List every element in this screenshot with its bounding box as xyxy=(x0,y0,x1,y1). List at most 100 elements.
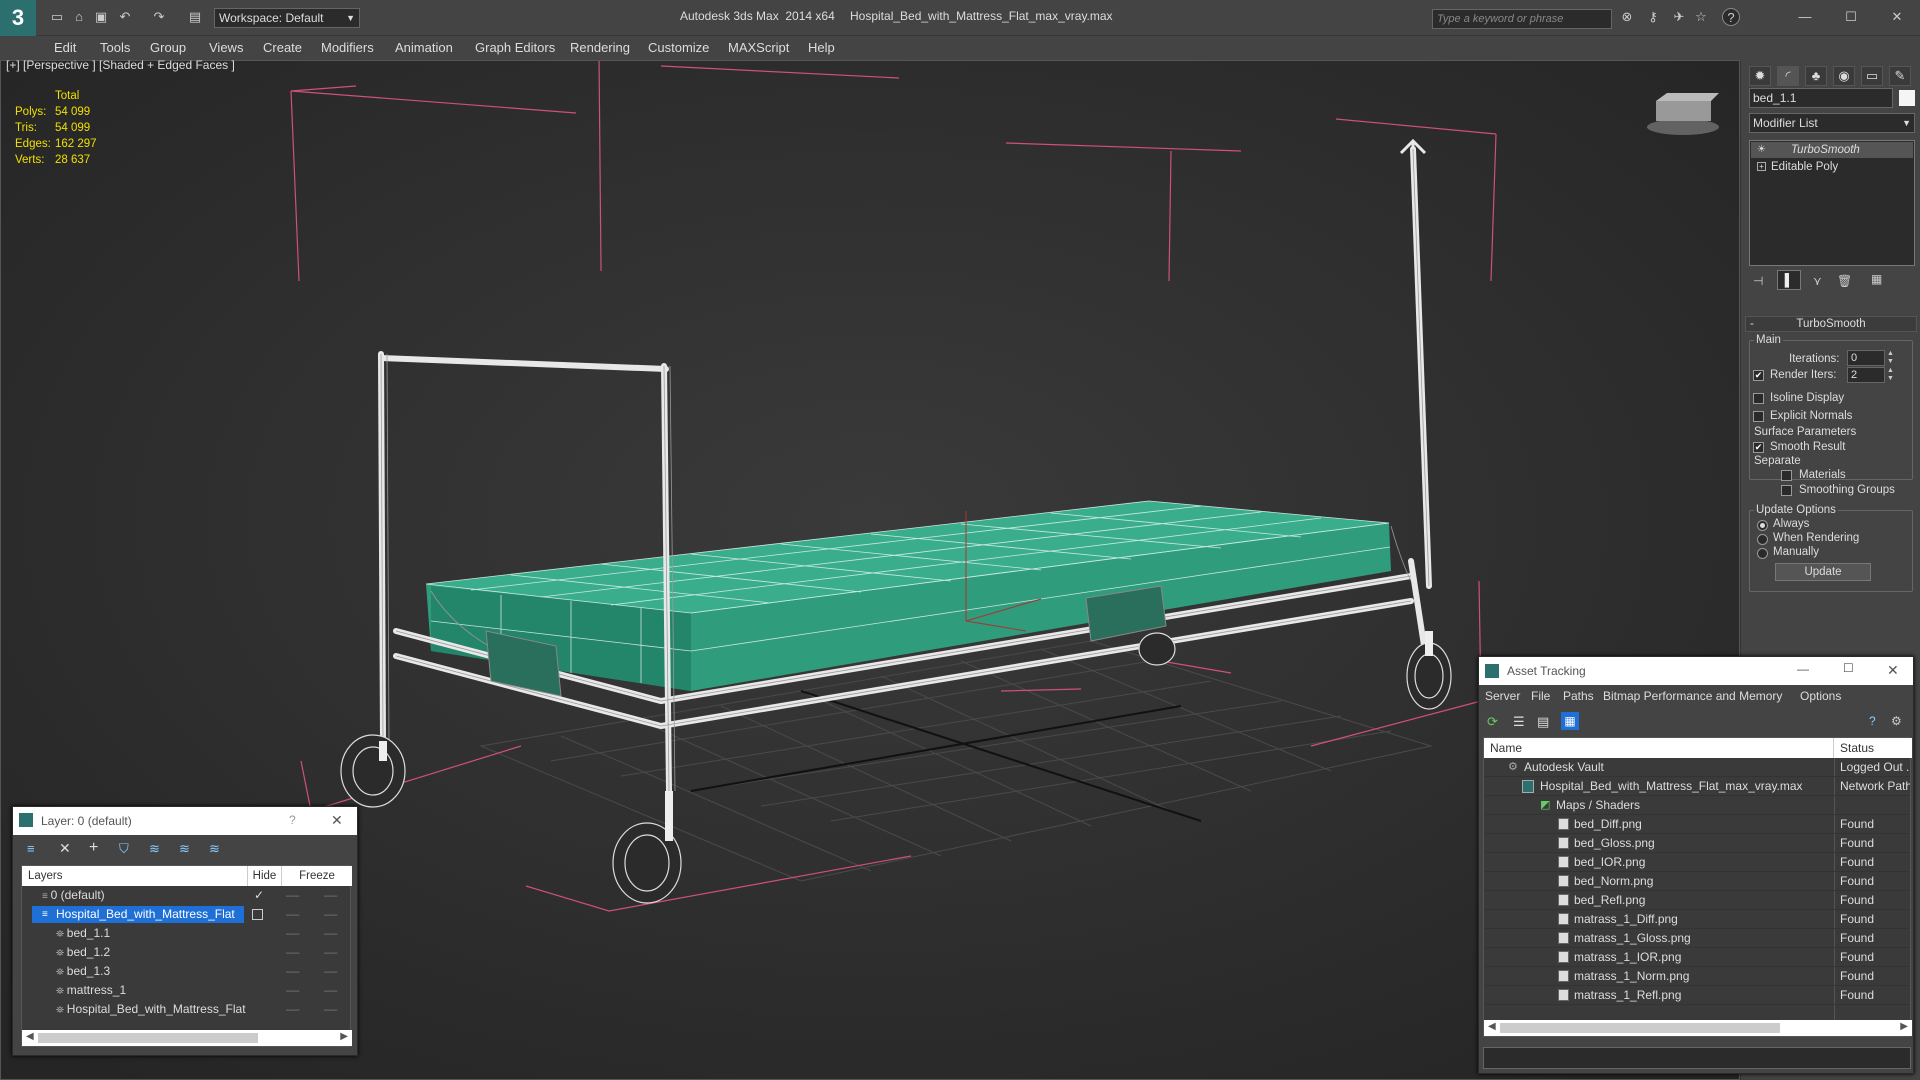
freeze-toggle[interactable]: ‒‒ xyxy=(324,1000,337,1019)
close-icon[interactable]: ✕ xyxy=(1888,8,1906,26)
search-input[interactable]: Type a keyword or phrase xyxy=(1432,9,1612,29)
iterations-spinner[interactable]: 0 xyxy=(1847,350,1885,366)
hide-all-icon[interactable]: ≋ xyxy=(179,841,190,857)
always-radio[interactable] xyxy=(1757,520,1768,531)
menu-customize[interactable]: Customize xyxy=(648,40,709,55)
menu-server[interactable]: Server xyxy=(1485,689,1520,703)
hide-column-header[interactable]: Hide xyxy=(248,866,282,886)
scroll-left-icon[interactable]: ◀ xyxy=(26,1031,34,1042)
horizontal-scrollbar[interactable]: ◀ ▶ xyxy=(1484,1020,1912,1036)
hide-toggle[interactable]: ‒‒ xyxy=(286,905,299,924)
menu-file[interactable]: File xyxy=(1531,689,1550,703)
menu-paths[interactable]: Paths xyxy=(1563,689,1594,703)
spinner-arrows-icon[interactable]: ▲ ▼ xyxy=(1887,367,1894,383)
asset-row[interactable]: matrass_1_Diff.png Found xyxy=(1484,910,1910,929)
manually-radio[interactable] xyxy=(1757,548,1768,559)
asset-window-titlebar[interactable]: Asset Tracking — ☐ ✕ xyxy=(1479,657,1913,685)
scroll-right-icon[interactable]: ▶ xyxy=(340,1031,348,1042)
save-file-icon[interactable]: ▣ xyxy=(92,8,110,26)
render-iters-checkbox[interactable]: ✔ xyxy=(1753,370,1764,381)
modifier-stack[interactable]: ☀ TurboSmooth + Editable Poly xyxy=(1749,140,1915,266)
freeze-column-header[interactable]: Freeze xyxy=(282,866,352,886)
modifier-list-dropdown[interactable]: Modifier List ▼ xyxy=(1749,113,1915,133)
status-column-header[interactable]: Status xyxy=(1834,738,1912,758)
create-tab-icon[interactable]: ✹ xyxy=(1749,66,1771,86)
isoline-display-checkbox[interactable] xyxy=(1753,393,1764,404)
workspace-dropdown[interactable]: Workspace: Default ▼ xyxy=(214,8,360,28)
hide-toggle[interactable]: ‒‒ xyxy=(286,1000,299,1019)
asset-row[interactable]: ◩ Maps / Shaders xyxy=(1484,796,1910,815)
asset-path-field[interactable] xyxy=(1483,1047,1911,1069)
utilities-tab-icon[interactable]: ✎ xyxy=(1889,66,1911,86)
explicit-normals-checkbox[interactable] xyxy=(1753,411,1764,422)
name-column-header[interactable]: Name xyxy=(1484,738,1834,758)
asset-row[interactable]: matrass_1_Norm.png Found xyxy=(1484,967,1910,986)
modify-tab-icon[interactable]: ◜ xyxy=(1777,66,1799,86)
menu-help[interactable]: Help xyxy=(808,40,835,55)
undo-icon[interactable]: ↶ xyxy=(116,8,134,26)
layer-row[interactable]: ≡ 0 (default) ✓ ‒‒ ‒‒ xyxy=(22,886,350,905)
object-row[interactable]: ⛯ bed_1.2 ‒‒ ‒‒ xyxy=(22,943,350,962)
object-name-field[interactable]: bed_1.1 xyxy=(1749,88,1893,108)
menu-bitmap-performance[interactable]: Bitmap Performance and Memory xyxy=(1603,689,1782,703)
spinner-arrows-icon[interactable]: ▲ ▼ xyxy=(1887,350,1894,366)
configure-sets-icon[interactable]: ▦ xyxy=(1871,272,1882,286)
asset-row[interactable]: bed_IOR.png Found xyxy=(1484,853,1910,872)
binoculars-icon[interactable]: ⊗ xyxy=(1618,8,1636,26)
asset-row[interactable]: bed_Gloss.png Found xyxy=(1484,834,1910,853)
add-selection-icon[interactable]: + xyxy=(89,839,98,857)
hide-toggle[interactable]: ‒‒ xyxy=(286,981,299,1000)
menu-create[interactable]: Create xyxy=(263,40,302,55)
freeze-toggle[interactable]: ‒‒ xyxy=(324,962,337,981)
motion-tab-icon[interactable]: ◉ xyxy=(1833,66,1855,86)
layer-row[interactable]: ≡ Hospital_Bed_with_Mattress_Flat ‒‒ ‒‒ xyxy=(22,905,350,924)
hierarchy-tab-icon[interactable]: ♣ xyxy=(1805,66,1827,86)
close-icon[interactable]: ✕ xyxy=(1887,662,1899,679)
hide-toggle[interactable]: ‒‒ xyxy=(286,962,299,981)
table-view-icon[interactable]: ▦ xyxy=(1561,712,1579,730)
asset-row[interactable]: bed_Diff.png Found xyxy=(1484,815,1910,834)
create-layer-icon[interactable]: ≡ xyxy=(27,841,35,856)
when-rendering-radio[interactable] xyxy=(1757,534,1768,545)
hide-toggle[interactable]: ‒‒ xyxy=(286,886,299,905)
menu-options[interactable]: Options xyxy=(1800,689,1841,703)
freeze-toggle[interactable]: ‒‒ xyxy=(324,924,337,943)
menu-rendering[interactable]: Rendering xyxy=(570,40,630,55)
menu-edit[interactable]: Edit xyxy=(54,40,76,55)
menu-group[interactable]: Group xyxy=(150,40,186,55)
hide-toggle[interactable]: ‒‒ xyxy=(286,943,299,962)
close-icon[interactable]: ✕ xyxy=(331,812,343,829)
highlight-layer-icon[interactable]: ≋ xyxy=(149,841,160,857)
pin-stack-icon[interactable]: ⊣ xyxy=(1753,274,1763,288)
object-row[interactable]: ⛯ bed_1.3 ‒‒ ‒‒ xyxy=(22,962,350,981)
asset-row[interactable]: matrass_1_IOR.png Found xyxy=(1484,948,1910,967)
viewport-label[interactable]: [+] [Perspective ] [Shaded + Edged Faces… xyxy=(6,58,235,72)
asset-row[interactable]: bed_Refl.png Found xyxy=(1484,891,1910,910)
smoothing-groups-checkbox[interactable] xyxy=(1781,485,1792,496)
scroll-thumb[interactable] xyxy=(38,1033,258,1043)
update-button[interactable]: Update xyxy=(1775,563,1871,581)
help-icon[interactable]: ? xyxy=(1722,8,1740,26)
freeze-toggle[interactable]: ‒‒ xyxy=(324,943,337,962)
project-folder-icon[interactable]: ▤ xyxy=(186,8,204,26)
expand-icon[interactable]: + xyxy=(1757,162,1766,171)
menu-animation[interactable]: Animation xyxy=(395,40,453,55)
asset-row[interactable]: matrass_1_Gloss.png Found xyxy=(1484,929,1910,948)
show-end-result-icon[interactable]: ▌ xyxy=(1777,270,1801,290)
menu-views[interactable]: Views xyxy=(209,40,243,55)
menu-modifiers[interactable]: Modifiers xyxy=(321,40,374,55)
object-color-swatch[interactable] xyxy=(1899,90,1915,106)
asset-row[interactable]: ⚙ Autodesk Vault Logged Out ... xyxy=(1484,758,1910,777)
delete-layer-icon[interactable]: ✕ xyxy=(59,840,71,857)
object-row[interactable]: ⛯ bed_1.1 ‒‒ ‒‒ xyxy=(22,924,350,943)
thumbnail-view-icon[interactable]: ▤ xyxy=(1537,714,1549,730)
maximize-icon[interactable]: ☐ xyxy=(1843,661,1854,675)
layer-tree[interactable]: Layers Hide Freeze ≡ 0 (default) ✓ ‒‒ ‒‒… xyxy=(21,865,352,1047)
remove-modifier-icon[interactable]: 🗑 xyxy=(1837,274,1852,288)
asset-row[interactable]: Hospital_Bed_with_Mattress_Flat_max_vray… xyxy=(1484,777,1910,796)
materials-checkbox[interactable] xyxy=(1781,470,1792,481)
make-unique-icon[interactable]: ⋎ xyxy=(1813,274,1822,288)
asset-table[interactable]: Name Status ⚙ Autodesk Vault Logged Out … xyxy=(1483,737,1912,1037)
turbosmooth-rollout-header[interactable]: - TurboSmooth xyxy=(1745,316,1917,332)
display-tab-icon[interactable]: ▭ xyxy=(1861,66,1883,86)
